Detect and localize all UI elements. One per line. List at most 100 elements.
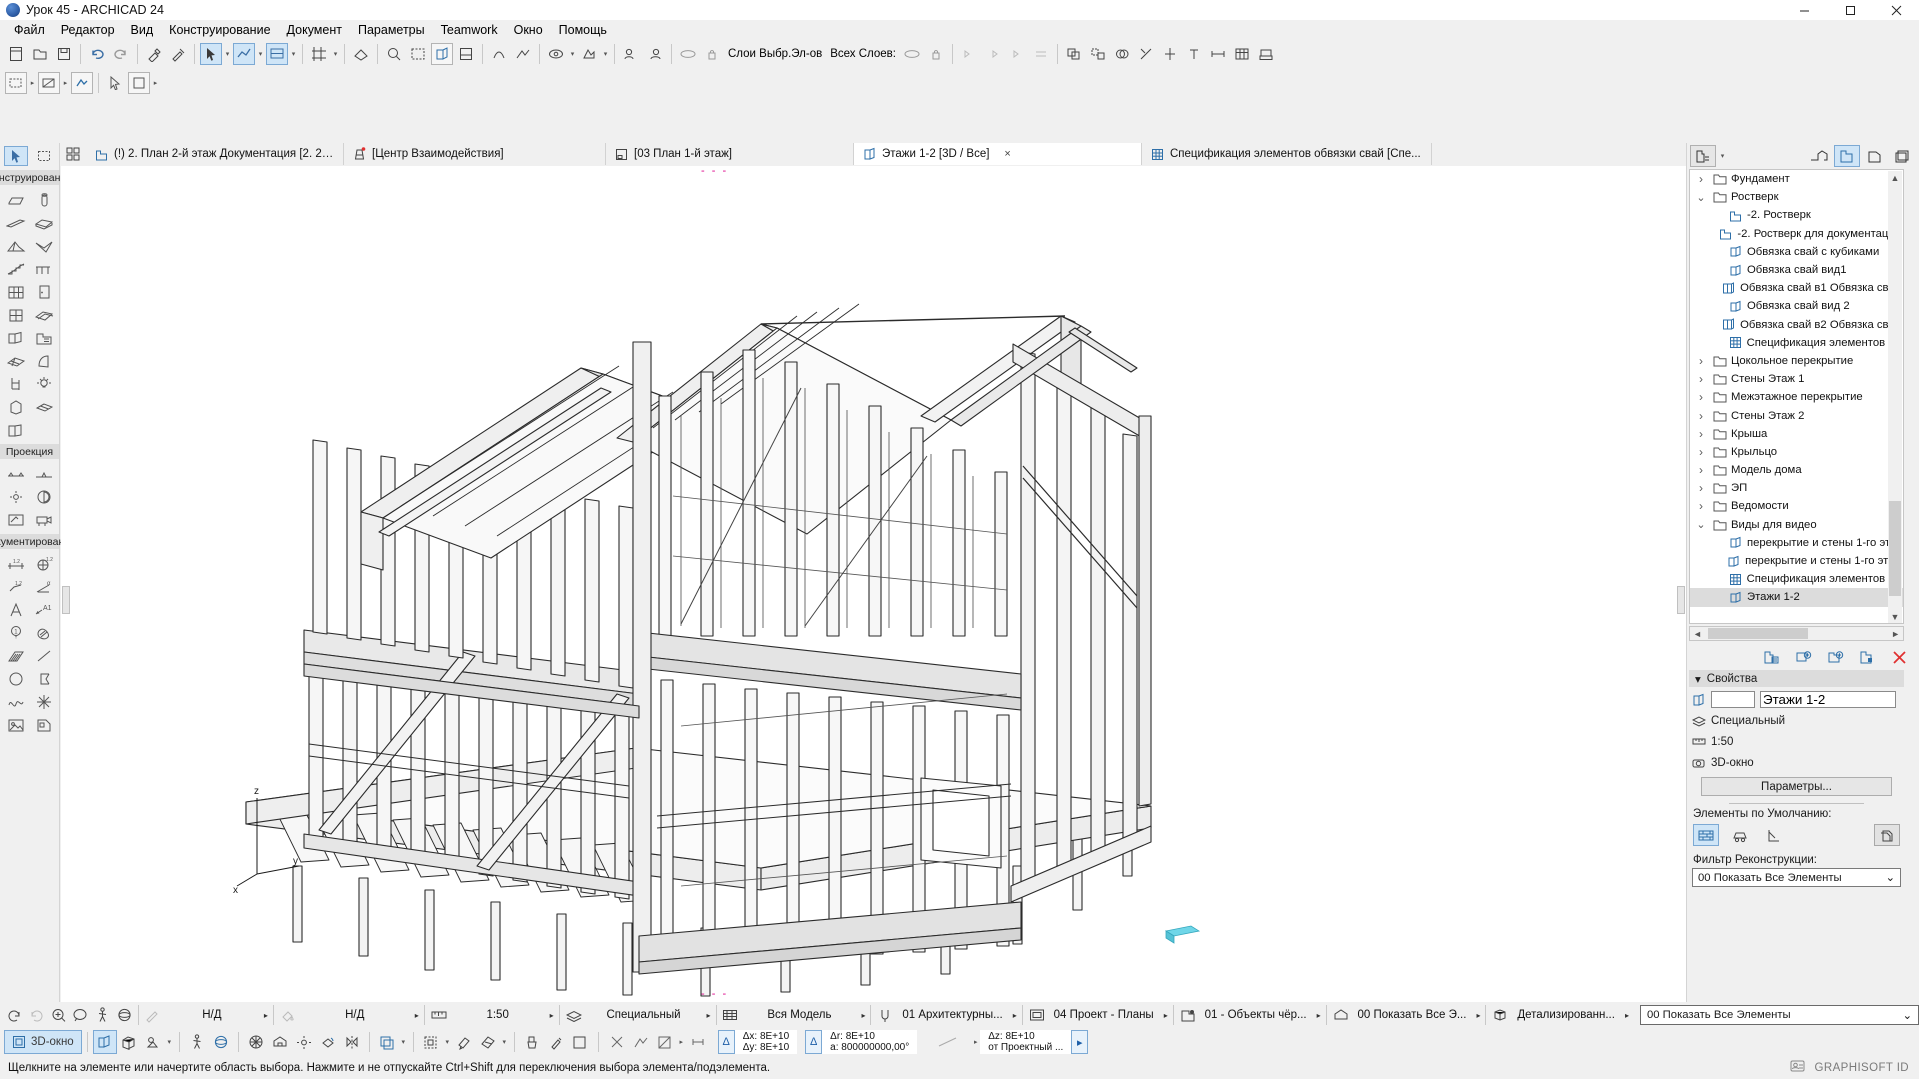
design-options-dropdown[interactable]: ▸ [151, 72, 160, 94]
tree-item[interactable]: ⌄ Ростверк [1690, 188, 1903, 206]
detail-icon[interactable] [32, 487, 56, 507]
pen-set-arrow[interactable]: ▸ [260, 1011, 270, 1020]
project-map-icon[interactable] [1690, 145, 1716, 167]
trim-icon[interactable] [1135, 43, 1157, 65]
group-icon[interactable] [1063, 43, 1085, 65]
view-id-field[interactable] [1711, 691, 1755, 708]
view-map-icon[interactable] [1806, 145, 1832, 167]
skylight-icon[interactable] [32, 305, 56, 325]
tab-plan-1st-floor[interactable]: [03 План 1-й этаж] [606, 143, 854, 165]
tree-item[interactable]: Этажи 1-2 [1690, 588, 1903, 607]
tracing-icon[interactable] [568, 1030, 592, 1054]
sun-settings-dropdown[interactable]: ▾ [165, 1031, 174, 1053]
tree-item[interactable]: › Фундамент [1690, 170, 1903, 188]
snap-point-icon[interactable] [629, 1030, 653, 1054]
tree-item[interactable]: Спецификация элементов об [1690, 334, 1903, 352]
pen-set-group[interactable]: Н/Д ▸ [139, 1003, 273, 1027]
zoom-in-icon[interactable] [47, 1005, 69, 1025]
grid-snap-icon[interactable] [308, 43, 330, 65]
hotspot-icon[interactable] [32, 692, 56, 712]
renovation-existing-icon[interactable] [5, 72, 27, 94]
tree-item[interactable]: -2. Ростверк [1690, 206, 1903, 224]
circle-icon[interactable] [4, 669, 28, 689]
organizer-stack-icon[interactable] [1890, 145, 1916, 167]
level-dimension-icon[interactable]: 1.2 [4, 577, 28, 597]
tree-item[interactable]: Обвязка свай с кубиками [1690, 243, 1903, 261]
scroll-up-arrow[interactable]: ▲ [1891, 171, 1900, 185]
measure-icon[interactable] [350, 43, 372, 65]
split-icon[interactable] [1159, 43, 1181, 65]
view-name-field[interactable] [1760, 691, 1896, 708]
render-dropdown[interactable]: ▾ [601, 43, 610, 65]
renovation-filter-combo[interactable]: 00 Показать Все Элементы ⌄ [1692, 868, 1901, 887]
tree-item[interactable]: -2. Ростверк для документации [1690, 225, 1903, 243]
tree-item[interactable]: › Ведомости [1690, 497, 1903, 515]
model-view-options-arrow[interactable]: ▸ [1160, 1011, 1170, 1020]
undo-zoom-icon[interactable] [3, 1005, 25, 1025]
wall-default-icon[interactable] [1693, 824, 1719, 846]
arrow-tool-icon[interactable] [200, 43, 222, 65]
snap-guide-icon[interactable] [233, 43, 255, 65]
tree-item[interactable]: › ЭП [1690, 479, 1903, 497]
magnet-snap-dropdown[interactable]: ▾ [289, 43, 298, 65]
panel-icon[interactable] [4, 420, 28, 440]
align-left-icon[interactable] [958, 43, 980, 65]
render-dropdown[interactable]: ▾ [500, 1031, 509, 1053]
collapse-icon[interactable]: ▾ [1695, 672, 1701, 686]
distribute-icon[interactable] [1030, 43, 1052, 65]
visualize-dropdown[interactable]: ▾ [568, 43, 577, 65]
delete-selection-icon[interactable] [605, 1030, 629, 1054]
coord-z-arrow[interactable]: ▸ [1071, 1030, 1089, 1054]
new-view-icon[interactable] [1758, 646, 1784, 668]
walk-icon[interactable] [185, 1030, 209, 1054]
tree-item[interactable]: Обвязка свай вид1 [1690, 261, 1903, 279]
menu-item-file[interactable]: Файл [6, 22, 53, 38]
polyline-icon[interactable] [32, 669, 56, 689]
publisher-sets-icon[interactable] [1862, 145, 1888, 167]
tree-item[interactable]: › Модель дома [1690, 461, 1903, 479]
chair-object-icon[interactable] [4, 374, 28, 394]
curtain-wall-icon[interactable] [4, 282, 28, 302]
all-layers-hide-icon[interactable] [901, 43, 923, 65]
text-icon[interactable] [4, 600, 28, 620]
railing-icon[interactable] [32, 259, 56, 279]
tree-vertical-scrollbar[interactable]: ▲ ▼ [1888, 171, 1902, 623]
orbit-icon[interactable] [209, 1030, 233, 1054]
wall-icon[interactable] [4, 190, 28, 210]
drawing-icon[interactable] [32, 715, 56, 735]
chevron-right-icon[interactable]: › [1694, 390, 1708, 404]
mirror-icon[interactable] [340, 1030, 364, 1054]
delete-view-icon[interactable] [1886, 646, 1912, 668]
fill-set-arrow[interactable]: ▸ [411, 1011, 421, 1020]
layer-lock-icon[interactable] [701, 43, 723, 65]
radial-dimension-icon[interactable]: 1.2 [32, 554, 56, 574]
roof-icon[interactable] [4, 236, 28, 256]
detail-level-arrow[interactable]: ▸ [1621, 1011, 1631, 1020]
scale-group[interactable]: 1:50 ▸ [425, 1003, 559, 1027]
tab-floors-1-2-3d[interactable]: Этажи 1-2 [3D / Все] × [854, 143, 1142, 165]
chevron-right-icon[interactable]: › [1694, 445, 1708, 459]
chevron-down-icon[interactable]: ⌄ [1694, 518, 1708, 531]
tree-item[interactable]: Обвязка свай в1 Обвязка свай [1690, 279, 1903, 297]
menu-item-window[interactable]: Окно [506, 22, 551, 38]
schedule-icon[interactable] [1231, 43, 1253, 65]
arrow-select-icon[interactable] [3, 146, 28, 166]
coordinate-box-z[interactable]: Δz: 8E+10 от Проектный ... ▸ [980, 1030, 1089, 1054]
tab-plan-2nd-floor[interactable]: (!) 2. План 2-й этаж Документация [2. 2-… [86, 143, 344, 165]
graphic-override-arrow[interactable]: ▸ [1313, 1011, 1323, 1020]
ungroup-icon[interactable] [1087, 43, 1109, 65]
scale-row[interactable]: 1:50 [1689, 731, 1904, 752]
render-settings-icon[interactable] [578, 43, 600, 65]
eyedropper-icon[interactable] [544, 1030, 568, 1054]
render-icon[interactable] [476, 1030, 500, 1054]
navigator-dropdown[interactable]: ▾ [1718, 145, 1727, 167]
teamwork-send-icon[interactable] [620, 43, 642, 65]
sun-settings-icon[interactable] [141, 1030, 165, 1054]
properties-section-header[interactable]: ▾ Свойства [1689, 670, 1904, 687]
new-project-icon[interactable] [5, 43, 27, 65]
3d-view-all-icon[interactable] [268, 1030, 292, 1054]
3d-window-toggle-icon[interactable] [431, 43, 453, 65]
menu-item-options[interactable]: Параметры [350, 22, 433, 38]
renovation-demolished-dropdown[interactable]: ▸ [61, 72, 70, 94]
scale-arrow[interactable]: ▸ [546, 1011, 556, 1020]
